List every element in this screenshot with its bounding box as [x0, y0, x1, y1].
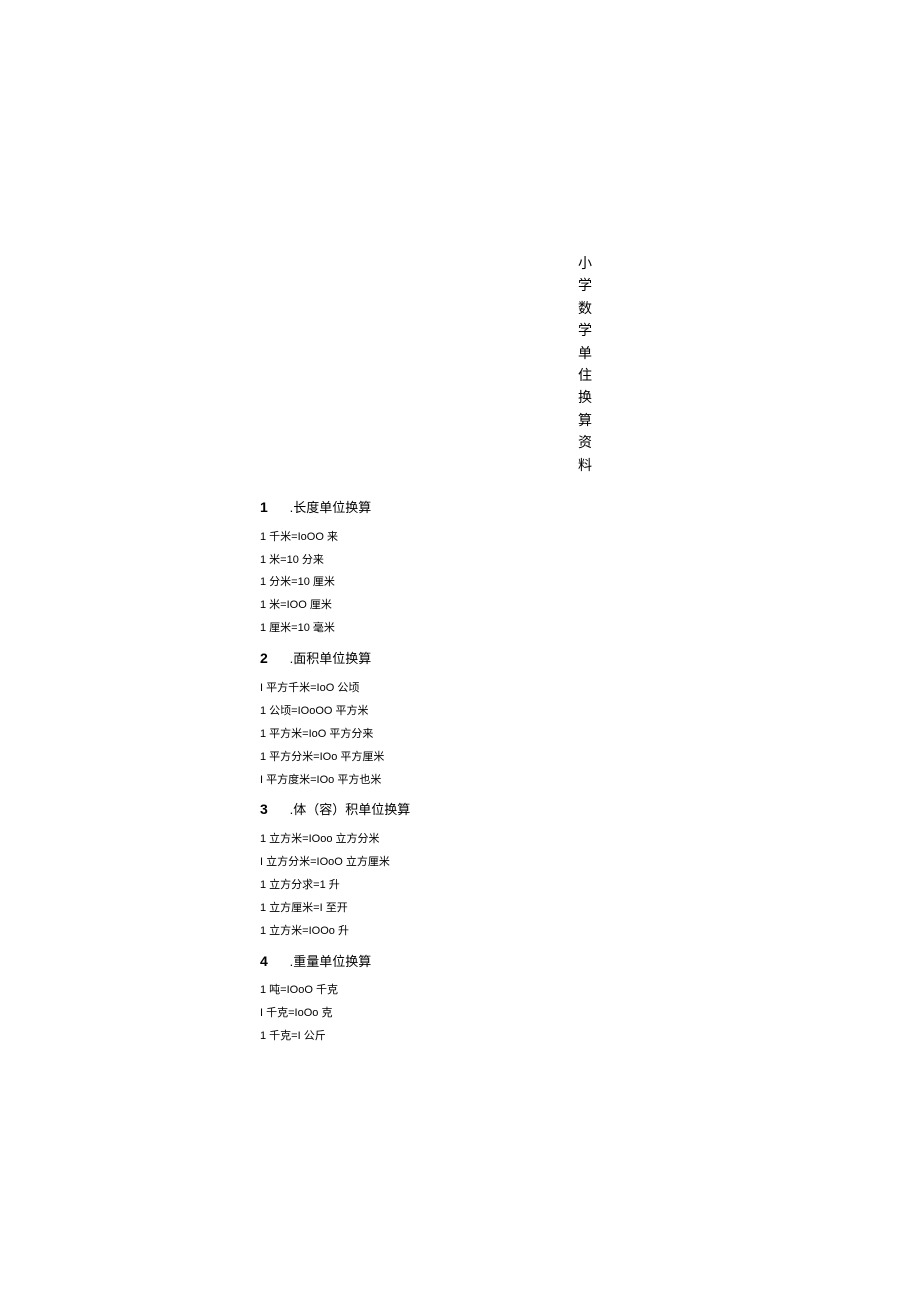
title-char: 数	[578, 297, 592, 319]
section-label: .重量单位换算	[290, 954, 372, 969]
conversion-item: 1 分米=10 厘米	[260, 572, 720, 593]
section-number: 1	[260, 496, 286, 518]
conversion-item: 1 米=IOO 厘米	[260, 595, 720, 616]
title-char: 学	[578, 274, 592, 296]
conversion-item: 1 立方分求=1 升	[260, 875, 720, 896]
conversion-item: I 立方分米=IOoO 立方厘米	[260, 852, 720, 873]
title-char: 单	[578, 342, 592, 364]
conversion-item: I 平方度米=IOo 平方也米	[260, 770, 720, 791]
conversion-item: I 千克=IoOo 克	[260, 1003, 720, 1024]
content-body: 1 .长度单位换算 1 千米=IoOO 来 1 米=10 分来 1 分米=10 …	[260, 496, 720, 1047]
conversion-item: 1 平方分米=IOo 平方厘米	[260, 747, 720, 768]
vertical-title: 小 学 数 学 单 住 换 算 资 料	[450, 252, 720, 476]
title-char: 住	[578, 364, 592, 386]
section-label: .长度单位换算	[290, 500, 372, 515]
conversion-item: 1 立方米=IOOo 升	[260, 921, 720, 942]
document-page: 小 学 数 学 单 住 换 算 资 料 1 .长度单位换算 1 千米=IoOO …	[0, 0, 920, 1047]
section-number: 4	[260, 950, 286, 972]
title-char: 学	[578, 319, 592, 341]
title-char: 算	[578, 409, 592, 431]
section-label: .面积单位换算	[290, 651, 372, 666]
conversion-item: 1 吨=IOoO 千克	[260, 980, 720, 1001]
title-char: 小	[578, 252, 592, 274]
section-heading-2: 2 .面积单位换算	[260, 647, 720, 670]
section-heading-3: 3 .体（容）积单位换算	[260, 798, 720, 821]
conversion-item: 1 千米=IoOO 来	[260, 527, 720, 548]
section-number: 3	[260, 798, 286, 820]
section-heading-1: 1 .长度单位换算	[260, 496, 720, 519]
conversion-item: 1 公顷=IOoOO 平方米	[260, 701, 720, 722]
conversion-item: 1 立方厘米=I 至开	[260, 898, 720, 919]
conversion-item: 1 厘米=10 毫米	[260, 618, 720, 639]
section-label: .体（容）积单位换算	[290, 802, 411, 817]
conversion-item: 1 米=10 分来	[260, 550, 720, 571]
conversion-item: 1 平方米=IoO 平方分来	[260, 724, 720, 745]
section-number: 2	[260, 647, 286, 669]
section-heading-4: 4 .重量单位换算	[260, 950, 720, 973]
conversion-item: I 平方千米=IoO 公顷	[260, 678, 720, 699]
conversion-item: 1 立方米=IOoo 立方分米	[260, 829, 720, 850]
title-char: 换	[578, 386, 592, 408]
conversion-item: 1 千克=I 公斤	[260, 1026, 720, 1047]
title-char: 料	[578, 454, 592, 476]
title-char: 资	[578, 431, 592, 453]
